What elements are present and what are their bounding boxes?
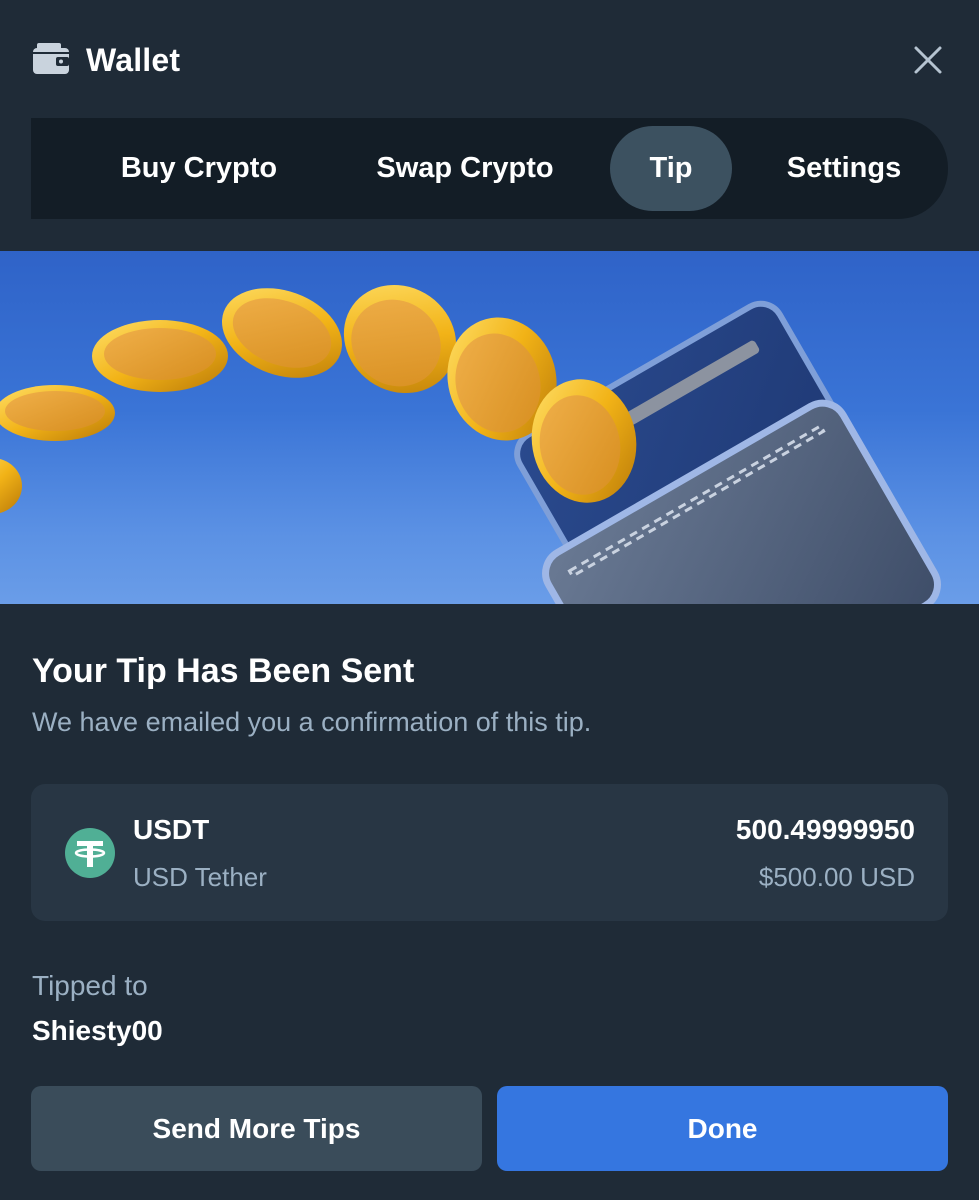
modal-title: Wallet [86, 42, 181, 78]
asset-amount: 500.49999950 [735, 814, 915, 845]
tip-asset-card: USDT USD Tether 500.49999950 $500.00 USD [31, 784, 948, 921]
send-more-tips-button[interactable]: Send More Tips [31, 1086, 482, 1171]
coins-wallet-illustration [0, 284, 941, 604]
asset-symbol: USDT [133, 814, 210, 845]
tab-swap-crypto[interactable]: Swap Crypto [355, 126, 575, 211]
asset-usd-value: $500.00 USD [758, 862, 915, 892]
wallet-icon [33, 43, 69, 74]
confirmation-heading: Your Tip Has Been Sent [32, 652, 415, 690]
close-icon[interactable] [906, 38, 950, 82]
tab-buy-crypto[interactable]: Buy Crypto [99, 126, 299, 211]
wallet-tabs: Buy Crypto Swap Crypto Tip Settings [31, 118, 948, 219]
tipped-to-label: Tipped to [32, 970, 148, 1001]
tip-banner-image [0, 251, 979, 604]
tether-icon [65, 828, 115, 878]
asset-name: USD Tether [133, 862, 267, 892]
tab-settings[interactable]: Settings [771, 126, 917, 211]
wallet-modal: Wallet Buy Crypto Swap Crypto Tip Settin… [0, 0, 979, 1200]
modal-header: Wallet [0, 0, 979, 120]
tab-tip[interactable]: Tip [610, 126, 732, 211]
confirmation-subheading: We have emailed you a confirmation of th… [32, 707, 592, 737]
done-button[interactable]: Done [497, 1086, 948, 1171]
recipient-username: Shiesty00 [32, 1015, 163, 1046]
